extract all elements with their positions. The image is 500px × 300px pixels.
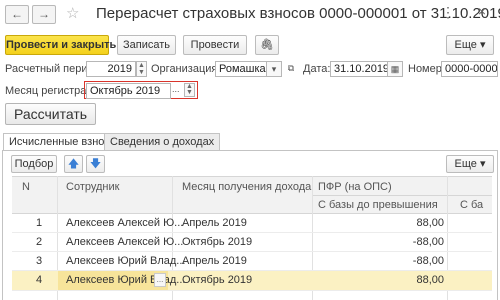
column-header-pfr: ПФР (на ОПС) bbox=[318, 181, 392, 193]
select-button[interactable]: Подбор bbox=[11, 155, 57, 173]
calendar-icon: ▦ bbox=[390, 64, 400, 74]
registration-month-select-button[interactable]: ... bbox=[172, 83, 183, 97]
registration-month-stepper[interactable]: ▲ ▼ bbox=[184, 83, 195, 97]
column-header-next: С ба bbox=[460, 199, 484, 211]
post-and-close-button[interactable]: Провести и закрыть bbox=[5, 35, 116, 55]
employee-select-button[interactable]: ... bbox=[154, 273, 166, 287]
spin-up-icon: ▲ bbox=[138, 62, 145, 69]
table-row[interactable]: 2 Алексеев Алексей Ю... Октябрь 2019 -88… bbox=[12, 233, 492, 252]
row-number: 3 bbox=[36, 255, 43, 267]
row-amount: 88,00 bbox=[416, 217, 444, 229]
row-month: Октябрь 2019 bbox=[182, 236, 253, 248]
row-number: 1 bbox=[36, 217, 43, 229]
chevron-down-icon: ▾ bbox=[479, 158, 486, 170]
spin-down-icon: ▼ bbox=[138, 69, 145, 76]
table-header: N Сотрудник Месяц получения дохода ПФР (… bbox=[12, 176, 492, 214]
table-row-selected[interactable]: 4 Алексеев Юрий Влад... ... Октябрь 2019… bbox=[12, 271, 492, 291]
chevron-down-icon: ▾ bbox=[271, 64, 277, 74]
column-header-pfr-base: С базы до превышения bbox=[318, 199, 438, 211]
row-number: 4 bbox=[36, 274, 43, 286]
table-row[interactable]: 1 Алексеев Алексей Ю... Апрель 2019 88,0… bbox=[12, 214, 492, 233]
number-label: Номер: bbox=[408, 63, 445, 75]
back-button[interactable]: ← bbox=[5, 5, 29, 24]
move-up-button[interactable]: 🡅 bbox=[64, 155, 83, 173]
more-menu-button[interactable]: Еще ▾ bbox=[446, 35, 494, 55]
column-header-n: N bbox=[22, 181, 30, 193]
date-field[interactable]: 31.10.2019 bbox=[330, 61, 388, 77]
more-menu-label: Еще bbox=[454, 158, 477, 170]
arrow-up-icon: 🡅 bbox=[67, 158, 80, 170]
organization-label: Организация: bbox=[151, 63, 221, 75]
organization-open-button[interactable]: ⧉ bbox=[283, 61, 299, 77]
row-month: Апрель 2019 bbox=[182, 255, 247, 267]
chevron-down-icon: ▾ bbox=[479, 39, 486, 51]
row-employee: Алексеев Алексей Ю... bbox=[66, 217, 184, 229]
row-employee: Алексеев Алексей Ю... bbox=[66, 236, 184, 248]
calculate-button[interactable]: Рассчитать bbox=[5, 103, 96, 125]
row-amount: 88,00 bbox=[416, 274, 444, 286]
table-row[interactable]: 3 Алексеев Юрий Влад... Апрель 2019 -88,… bbox=[12, 252, 492, 271]
forward-button[interactable]: → bbox=[32, 5, 56, 24]
attach-file-button[interactable]: 🖇 bbox=[255, 35, 279, 55]
arrow-down-icon: 🡇 bbox=[89, 158, 102, 170]
close-icon[interactable]: × bbox=[470, 3, 494, 21]
favorite-star-icon[interactable]: ☆ bbox=[66, 4, 79, 22]
organization-field[interactable]: Ромашка bbox=[215, 61, 267, 77]
spin-down-icon: ▼ bbox=[186, 89, 193, 96]
period-field[interactable]: 2019 bbox=[86, 61, 136, 77]
row-amount: -88,00 bbox=[412, 255, 444, 267]
row-amount: -88,00 bbox=[412, 236, 444, 248]
header-divider bbox=[312, 195, 492, 196]
organization-dropdown-button[interactable]: ▾ bbox=[266, 61, 282, 77]
row-employee: Алексеев Юрий Влад... bbox=[66, 255, 186, 267]
column-header-employee: Сотрудник bbox=[66, 181, 120, 193]
move-down-button[interactable]: 🡇 bbox=[86, 155, 105, 173]
document-title: Перерасчет страховых взносов 0000-000001… bbox=[96, 5, 500, 22]
row-employee[interactable]: Алексеев Юрий Влад... bbox=[66, 274, 185, 286]
more-options-icon[interactable]: ⋮ bbox=[441, 4, 455, 21]
row-month: Октябрь 2019 bbox=[182, 274, 253, 286]
row-number: 2 bbox=[36, 236, 43, 248]
number-field[interactable]: 0000-00000 bbox=[441, 61, 498, 77]
open-link-icon: ⧉ bbox=[287, 63, 295, 73]
tab-income-info[interactable]: Сведения о доходах bbox=[104, 133, 221, 150]
column-header-month: Месяц получения дохода bbox=[182, 181, 312, 193]
period-stepper[interactable]: ▲ ▼ bbox=[136, 61, 147, 77]
date-label: Дата: bbox=[303, 63, 331, 75]
registration-month-field[interactable]: Октябрь 2019 bbox=[86, 83, 171, 99]
date-calendar-button[interactable]: ▦ bbox=[387, 61, 403, 77]
paperclip-icon: 🖇 bbox=[260, 39, 274, 51]
row-month: Апрель 2019 bbox=[182, 217, 247, 229]
table-more-menu-button[interactable]: Еще ▾ bbox=[446, 155, 494, 173]
post-button[interactable]: Провести bbox=[183, 35, 247, 55]
save-button[interactable]: Записать bbox=[117, 35, 176, 55]
more-menu-label: Еще bbox=[454, 39, 477, 51]
